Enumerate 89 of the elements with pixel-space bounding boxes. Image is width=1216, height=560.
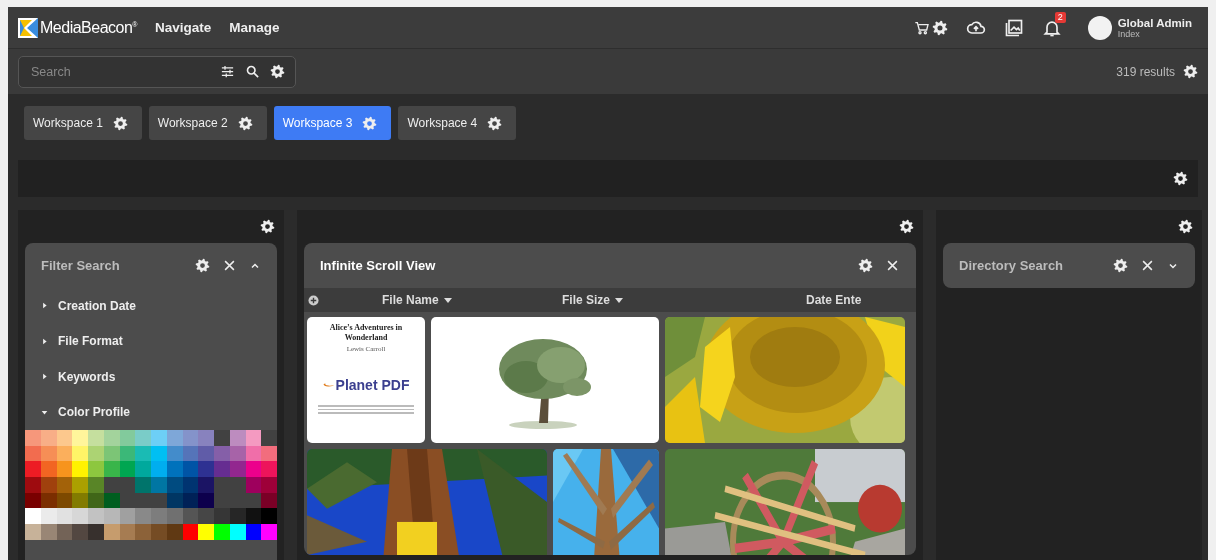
close-icon[interactable] (1140, 258, 1155, 273)
color-swatch[interactable] (72, 524, 88, 540)
nav-link[interactable]: Navigate (155, 20, 212, 35)
column-header[interactable]: Date Ente (806, 293, 862, 307)
sort-caret-icon[interactable] (615, 297, 624, 303)
color-swatch[interactable] (151, 461, 167, 478)
workspace-tab[interactable]: Workspace 3 (273, 106, 392, 140)
panel-title: Infinite Scroll View (320, 258, 436, 273)
gear-icon[interactable] (487, 115, 503, 131)
document-title: Alice’s Adventures in Wonderland (328, 323, 404, 342)
settings-icon[interactable] (195, 258, 210, 273)
color-swatch[interactable] (72, 477, 88, 493)
settings-icon[interactable] (1173, 171, 1188, 186)
color-swatch[interactable] (25, 477, 41, 493)
color-swatch[interactable] (88, 477, 104, 493)
color-swatch[interactable] (25, 524, 41, 540)
color-swatch[interactable] (261, 430, 277, 446)
settings-icon[interactable] (1178, 219, 1193, 234)
color-swatch[interactable] (88, 524, 104, 540)
gallery-icon[interactable] (1003, 17, 1024, 38)
search-input[interactable]: Search (29, 63, 210, 80)
color-swatch[interactable] (198, 461, 214, 478)
search-icon[interactable] (245, 64, 260, 79)
settings-icon[interactable] (270, 64, 285, 79)
settings-icon[interactable] (899, 219, 914, 234)
color-swatch[interactable] (88, 508, 104, 525)
workspace-tab[interactable]: Workspace 2 (148, 106, 267, 140)
color-swatch[interactable] (25, 508, 41, 525)
color-swatch[interactable] (151, 477, 167, 493)
cart-icon[interactable] (913, 19, 930, 36)
color-swatch[interactable] (214, 430, 230, 446)
settings-icon[interactable] (1183, 64, 1198, 79)
filter-item[interactable]: Creation Date (25, 288, 277, 324)
user-name: Global Admin (1117, 16, 1192, 29)
color-swatch[interactable] (25, 430, 41, 446)
color-swatch[interactable] (72, 430, 88, 446)
filter-item[interactable]: File Format (25, 323, 277, 359)
color-swatch[interactable] (198, 508, 214, 525)
filter-item[interactable]: Keywords (25, 359, 277, 395)
color-swatch[interactable] (214, 524, 230, 540)
filter-item[interactable]: Color Profile (25, 394, 277, 430)
settings-icon[interactable] (1113, 258, 1128, 273)
color-swatch[interactable] (151, 508, 167, 525)
publisher-logo: Planet PDF (335, 377, 410, 393)
workspace-tab[interactable]: Workspace 4 (398, 106, 517, 140)
panel-title: Directory Search (959, 258, 1064, 273)
color-swatch[interactable] (72, 508, 88, 525)
search-field[interactable]: Search (18, 55, 296, 88)
add-circle-icon[interactable] (308, 294, 319, 306)
gear-icon[interactable] (237, 115, 253, 131)
color-swatch[interactable] (198, 524, 214, 540)
color-swatch[interactable] (135, 508, 151, 525)
column-header[interactable]: File Name (382, 293, 439, 307)
panel-title: Filter Search (41, 258, 120, 273)
settings-icon[interactable] (260, 219, 275, 234)
user-role: Index (1117, 28, 1141, 39)
color-swatch[interactable] (214, 461, 230, 478)
brand-name: MediaBeacon$^{®}$ (40, 18, 137, 37)
color-swatch[interactable] (151, 430, 167, 446)
color-swatch[interactable] (214, 508, 230, 525)
close-icon[interactable] (222, 258, 237, 273)
avatar-icon[interactable] (1087, 15, 1112, 40)
color-swatch[interactable] (135, 430, 151, 446)
color-swatch[interactable] (151, 524, 167, 540)
gear-icon[interactable] (112, 115, 128, 131)
color-swatch[interactable] (135, 461, 151, 478)
close-icon[interactable] (885, 258, 900, 273)
color-swatch[interactable] (261, 524, 277, 540)
notification-badge: 2 (1054, 11, 1066, 23)
nav-link[interactable]: Manage (229, 20, 280, 35)
color-swatch[interactable] (198, 430, 214, 446)
color-swatch[interactable] (261, 508, 277, 525)
results-count: 319 results (1116, 64, 1175, 79)
filter-sliders-icon[interactable] (220, 64, 235, 79)
color-swatch[interactable] (88, 461, 104, 478)
color-swatch[interactable] (135, 477, 151, 493)
color-swatch[interactable] (25, 461, 41, 478)
color-swatch[interactable] (135, 524, 151, 540)
color-swatch[interactable] (261, 461, 277, 478)
settings-icon[interactable] (858, 258, 873, 273)
color-swatch[interactable] (198, 477, 214, 493)
color-swatch[interactable] (261, 477, 277, 493)
sort-caret-icon[interactable] (443, 297, 452, 303)
color-swatch[interactable] (88, 430, 104, 446)
color-swatch[interactable] (72, 461, 88, 478)
settings-icon[interactable] (931, 19, 948, 36)
column-header[interactable]: File Size (562, 293, 611, 307)
logo-icon (18, 17, 38, 38)
workspace-tab[interactable]: Workspace 1 (24, 106, 142, 140)
